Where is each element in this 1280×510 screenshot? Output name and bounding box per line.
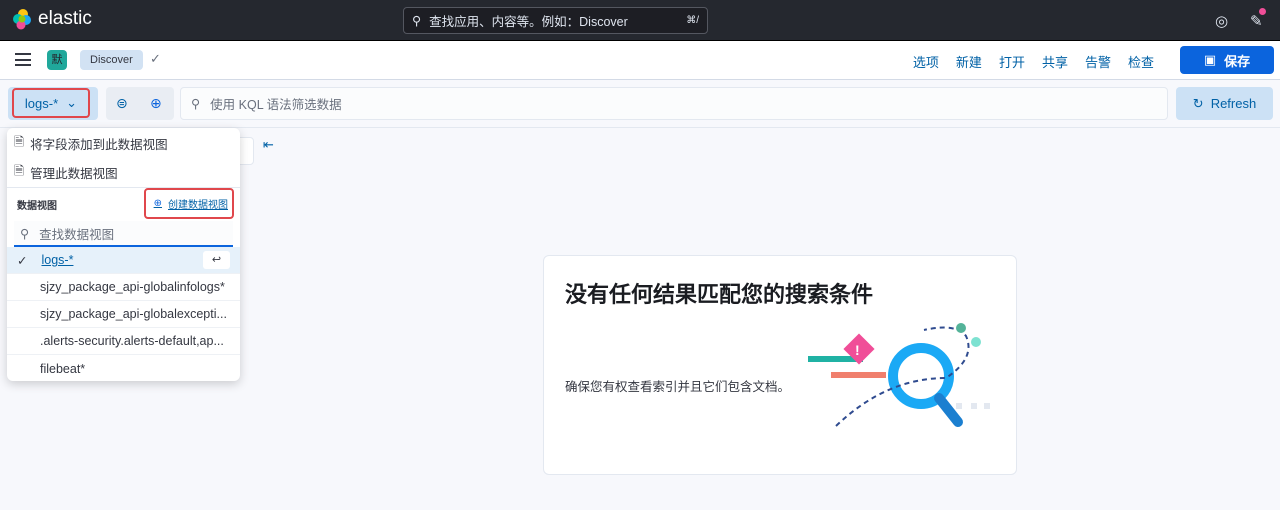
elastic-logo-icon [13,9,31,30]
refresh-icon: ↻ [1192,95,1204,111]
menu-options[interactable]: 选项 [913,52,939,71]
search-icon: ⚲ [191,97,201,111]
search-icon: ⚲ [412,14,422,28]
search-placeholder: 查找应用、内容等。例如：Discover [429,15,628,29]
no-results-title: 没有任何结果匹配您的搜索条件 [565,282,874,307]
data-view-popover: 🗎 将字段添加到此数据视图 🗎 管理此数据视图 数据视图 ⊕ 创建数据视图 ⚲ 查找数据… [7,128,240,381]
check-icon: ✓ [150,51,161,66]
search-icon: ⚲ [20,226,30,241]
data-view-item[interactable]: ✓ logs-* ↩ [7,247,240,274]
data-view-item[interactable]: sjzy_package_api-globalinfologs* [7,274,240,301]
add-field-action[interactable]: 🗎 将字段添加到此数据视图 [7,129,240,158]
top-menu: 选项 新建 打开 共享 告警 检查 [913,52,1154,71]
shortcut-hint: ⌘/ [686,15,699,26]
data-view-label: logs-* [24,95,59,111]
kql-query-input[interactable]: ⚲ 使用 KQL 语法筛选数据 [180,87,1168,120]
no-results-message: 确保您有权查看索引并且它们包含文档。 [565,380,791,394]
document-icon: 🗎 [14,164,25,178]
breadcrumb[interactable]: Discover [80,50,143,70]
save-icon: ▣ [1203,52,1217,67]
data-view-item[interactable]: .alerts-security.alerts-default,ap... [7,328,240,355]
filter-buttons: ⊜ ⊕ [106,87,174,120]
refresh-label: Refresh [1210,96,1257,111]
section-title: 数据视图 [17,201,57,212]
enter-key-badge: ↩ [203,251,230,269]
menu-open[interactable]: 打开 [999,52,1025,71]
app-toolbar: 默 Discover ✓ 选项 新建 打开 共享 告警 检查 ▣ 保存 [0,41,1280,80]
brand-name: elastic [38,8,92,29]
menu-new[interactable]: 新建 [956,52,982,71]
no-results-panel: 没有任何结果匹配您的搜索条件 确保您有权查看索引并且它们包含文档。 ! [543,255,1017,475]
menu-inspect[interactable]: 检查 [1128,52,1154,71]
manage-view-action[interactable]: 🗎 管理此数据视图 [7,158,240,187]
data-view-search-input[interactable]: ⚲ 查找数据视图 [14,221,233,247]
create-label: 创建数据视图 [168,200,228,211]
svg-text:!: ! [855,342,860,358]
save-label: 保存 [1224,53,1251,69]
data-views-section: 数据视图 ⊕ 创建数据视图 [7,187,240,221]
data-view-item[interactable]: filebeat* [7,355,240,381]
search-placeholder: 查找数据视图 [39,227,115,242]
action-label: 管理此数据视图 [30,167,118,181]
global-search-input[interactable]: ⚲ 查找应用、内容等。例如：Discover ⌘/ [403,7,708,34]
refresh-button[interactable]: ↻ Refresh [1176,87,1273,120]
data-view-item[interactable]: sjzy_package_api-globalexcepti... [7,301,240,328]
chevron-down-icon: ⌄ [66,95,78,110]
collapse-sidebar-icon[interactable]: ⇤ [263,137,274,153]
item-label: logs-* [41,253,74,267]
space-avatar[interactable]: 默 [47,50,67,70]
no-results-illustration: ! [808,323,990,427]
menu-alerts[interactable]: 告警 [1085,52,1111,71]
add-filter-icon[interactable]: ⊕ [150,95,162,112]
menu-share[interactable]: 共享 [1042,52,1068,71]
action-label: 将字段添加到此数据视图 [30,138,168,152]
plus-circle-icon: ⊕ [153,198,162,209]
data-view-picker[interactable]: logs-* ⌄ [12,88,90,118]
elastic-logo[interactable]: elastic [12,8,92,30]
news-icon[interactable]: ✎ [1250,8,1266,30]
check-icon: ✓ [17,253,28,268]
help-icon[interactable]: ◎ [1215,12,1228,30]
notification-dot [1259,8,1266,15]
header-bar: elastic ⚲ 查找应用、内容等。例如：Discover ⌘/ ◎ ✎ [0,0,1280,41]
menu-icon[interactable] [15,53,31,66]
kql-placeholder: 使用 KQL 语法筛选数据 [210,98,342,112]
filter-menu-icon[interactable]: ⊜ [116,95,128,112]
document-icon: 🗎 [14,135,25,149]
save-button[interactable]: ▣ 保存 [1180,46,1274,74]
create-data-view-link[interactable]: ⊕ 创建数据视图 [143,188,234,219]
